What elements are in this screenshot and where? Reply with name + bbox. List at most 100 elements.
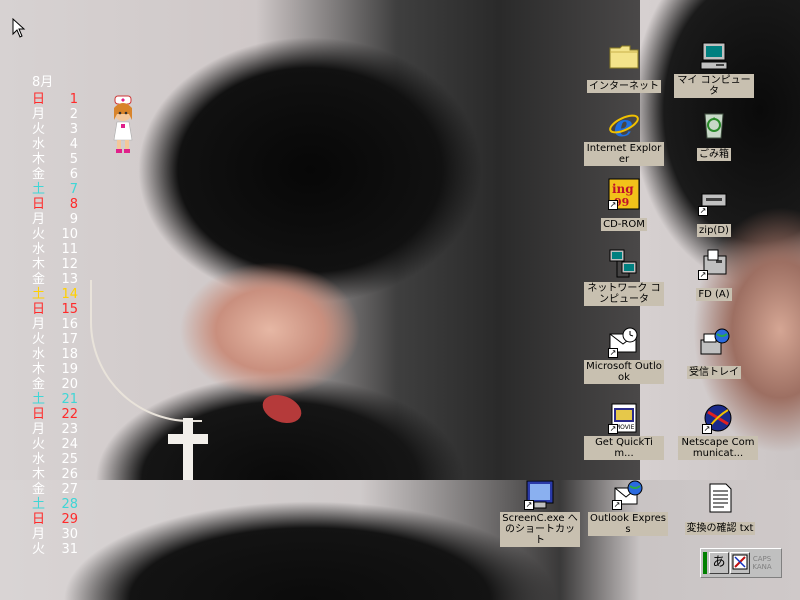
internet-explorer-icon: e bbox=[608, 108, 640, 144]
desktop-icon-inbox[interactable]: 受信トレイ bbox=[674, 326, 754, 379]
calendar-day-row: 火3 bbox=[32, 122, 82, 137]
ime-toolbar[interactable]: あ CAPS KANA bbox=[700, 548, 782, 578]
calendar-day-row: 日 29 bbox=[32, 512, 82, 527]
calendar-date: 24 bbox=[61, 437, 78, 452]
cd-rom-shortcut-icon: ing 99 ↗ bbox=[608, 178, 640, 210]
calendar-date: 4 bbox=[69, 137, 78, 152]
ime-drag-handle[interactable] bbox=[703, 552, 707, 574]
wallpaper-necklace bbox=[90, 280, 202, 422]
calendar-date: 14 bbox=[61, 287, 78, 302]
calendar-day-row: 月 30 bbox=[32, 527, 82, 542]
calendar-weekday: 木 bbox=[32, 362, 46, 377]
calendar-day-row: 月 16 bbox=[32, 317, 82, 332]
screen-capture-icon: ↗ bbox=[524, 478, 556, 510]
calendar-date: 16 bbox=[61, 317, 78, 332]
netscape-icon: ↗ bbox=[702, 402, 734, 434]
calendar-day-row: 金 13 bbox=[32, 272, 82, 287]
calendar-date: 29 bbox=[61, 512, 78, 527]
shortcut-arrow-icon: ↗ bbox=[524, 500, 534, 510]
calendar-date: 6 bbox=[69, 167, 78, 182]
calendar-date: 3 bbox=[69, 122, 78, 137]
desktop-icon-network[interactable]: ネットワーク コンピュータ bbox=[584, 248, 664, 306]
calendar-date: 9 bbox=[69, 212, 78, 227]
calendar-date: 30 bbox=[61, 527, 78, 542]
desktop-icon-floppy-drive[interactable]: ↗ FD (A) bbox=[674, 248, 754, 301]
shortcut-arrow-icon: ↗ bbox=[608, 424, 618, 434]
floppy-drive-shortcut-icon: ↗ bbox=[698, 248, 730, 280]
ime-input-mode-button[interactable]: あ bbox=[709, 552, 729, 574]
desktop-icon-microsoft-outlook[interactable]: ↗ Microsoft Outlook bbox=[584, 326, 664, 384]
calendar-day-row: 木5 bbox=[32, 152, 82, 167]
calendar-date: 22 bbox=[61, 407, 78, 422]
calendar-day-row: 金 20 bbox=[32, 377, 82, 392]
desktop-icon-cd-rom[interactable]: ing 99 ↗ CD-ROM bbox=[584, 178, 664, 231]
network-computer-icon bbox=[608, 248, 640, 280]
outlook-clock-icon: ↗ bbox=[608, 326, 640, 358]
desktop-icon-screenc-shortcut[interactable]: ↗ ScreenC.exe へのショートカット bbox=[500, 478, 580, 547]
ime-kana-label: KANA bbox=[752, 563, 772, 571]
icon-label: FD (A) bbox=[696, 288, 732, 301]
calendar-weekday: 木 bbox=[32, 257, 46, 272]
calendar-day-row: 木 12 bbox=[32, 257, 82, 272]
wallpaper-photo-main bbox=[0, 0, 640, 480]
calendar-day-row: 火 17 bbox=[32, 332, 82, 347]
ime-pad-icon bbox=[732, 554, 748, 570]
ime-caps-kana-indicator: CAPS KANA bbox=[751, 555, 773, 571]
calendar-date: 20 bbox=[61, 377, 78, 392]
calendar-weekday: 日 bbox=[32, 302, 46, 317]
calendar-weekday: 月 bbox=[32, 422, 46, 437]
calendar-weekday: 水 bbox=[32, 347, 46, 362]
desktop-icon-zip-drive[interactable]: ↗ zip(D) bbox=[674, 184, 754, 237]
desktop-icon-internet[interactable]: インターネット bbox=[584, 40, 664, 93]
calendar-day-row: 月2 bbox=[32, 107, 82, 122]
movie-film-icon: MOVIE ↗ bbox=[608, 402, 640, 434]
desktop-icon-henkan-text[interactable]: 変換の確認 txt bbox=[680, 482, 760, 535]
desktop-icon-my-computer[interactable]: マイ コンピュータ bbox=[674, 40, 754, 98]
shortcut-arrow-icon: ↗ bbox=[698, 270, 708, 280]
icon-label: ネットワーク コンピュータ bbox=[584, 282, 664, 306]
calendar-day-row: 土 21 bbox=[32, 392, 82, 407]
calendar-weekday: 日 bbox=[32, 512, 46, 527]
icon-label: Netscape Communicat... bbox=[678, 436, 758, 460]
calendar-date: 10 bbox=[61, 227, 78, 242]
desktop-icon-outlook-express[interactable]: ↗ Outlook Express bbox=[588, 478, 668, 536]
calendar-weekday: 土 bbox=[32, 392, 46, 407]
wallpaper-cross-pendant bbox=[168, 418, 208, 480]
calendar-date: 25 bbox=[61, 452, 78, 467]
calendar-date: 28 bbox=[61, 497, 78, 512]
calendar-weekday: 木 bbox=[32, 152, 46, 167]
desktop-icon-recycle-bin[interactable]: ごみ箱 bbox=[674, 108, 754, 161]
inbox-globe-icon bbox=[698, 326, 730, 358]
calendar-weekday: 金 bbox=[32, 272, 46, 287]
shortcut-arrow-icon: ↗ bbox=[702, 424, 712, 434]
icon-label: CD-ROM bbox=[601, 218, 647, 231]
calendar-date: 13 bbox=[61, 272, 78, 287]
nurse-mascot-icon[interactable] bbox=[108, 94, 138, 156]
desktop-icon-quicktime[interactable]: MOVIE ↗ Get QuickTim... bbox=[584, 402, 664, 460]
calendar-day-row: 日8 bbox=[32, 197, 82, 212]
calendar-weekday: 日 bbox=[32, 92, 46, 107]
calendar-weekday: 水 bbox=[32, 452, 46, 467]
calendar-day-row: 金 27 bbox=[32, 482, 82, 497]
recycle-bin-icon bbox=[698, 108, 730, 140]
calendar-widget: 8月 日 1 月 2 火 3 水 4 木 5 金 6 土 7 日 8 月 9 火 10 水 11 木 12 金 13 土 14 日 15 月… bbox=[32, 74, 82, 557]
ime-pad-button[interactable] bbox=[730, 552, 750, 574]
zip-drive-shortcut-icon: ↗ bbox=[698, 184, 730, 216]
calendar-day-row: 金6 bbox=[32, 167, 82, 182]
calendar-weekday: 月 bbox=[32, 317, 46, 332]
text-document-icon bbox=[704, 482, 736, 514]
calendar-date: 15 bbox=[61, 302, 78, 317]
desktop-icon-internet-explorer[interactable]: e Internet Explorer bbox=[584, 108, 664, 166]
calendar-date: 8 bbox=[69, 197, 78, 212]
calendar-weekday: 火 bbox=[32, 227, 46, 242]
calendar-date: 1 bbox=[69, 92, 78, 107]
calendar-day-row: 月 23 bbox=[32, 422, 82, 437]
calendar-day-row: 木 19 bbox=[32, 362, 82, 377]
calendar-weekday: 土 bbox=[32, 287, 46, 302]
shortcut-arrow-icon: ↗ bbox=[608, 200, 618, 210]
calendar-day-row: 木 26 bbox=[32, 467, 82, 482]
calendar-day-row: 水 25 bbox=[32, 452, 82, 467]
desktop-icon-netscape[interactable]: ↗ Netscape Communicat... bbox=[678, 402, 758, 460]
calendar-date: 26 bbox=[61, 467, 78, 482]
calendar-date: 31 bbox=[61, 542, 78, 557]
